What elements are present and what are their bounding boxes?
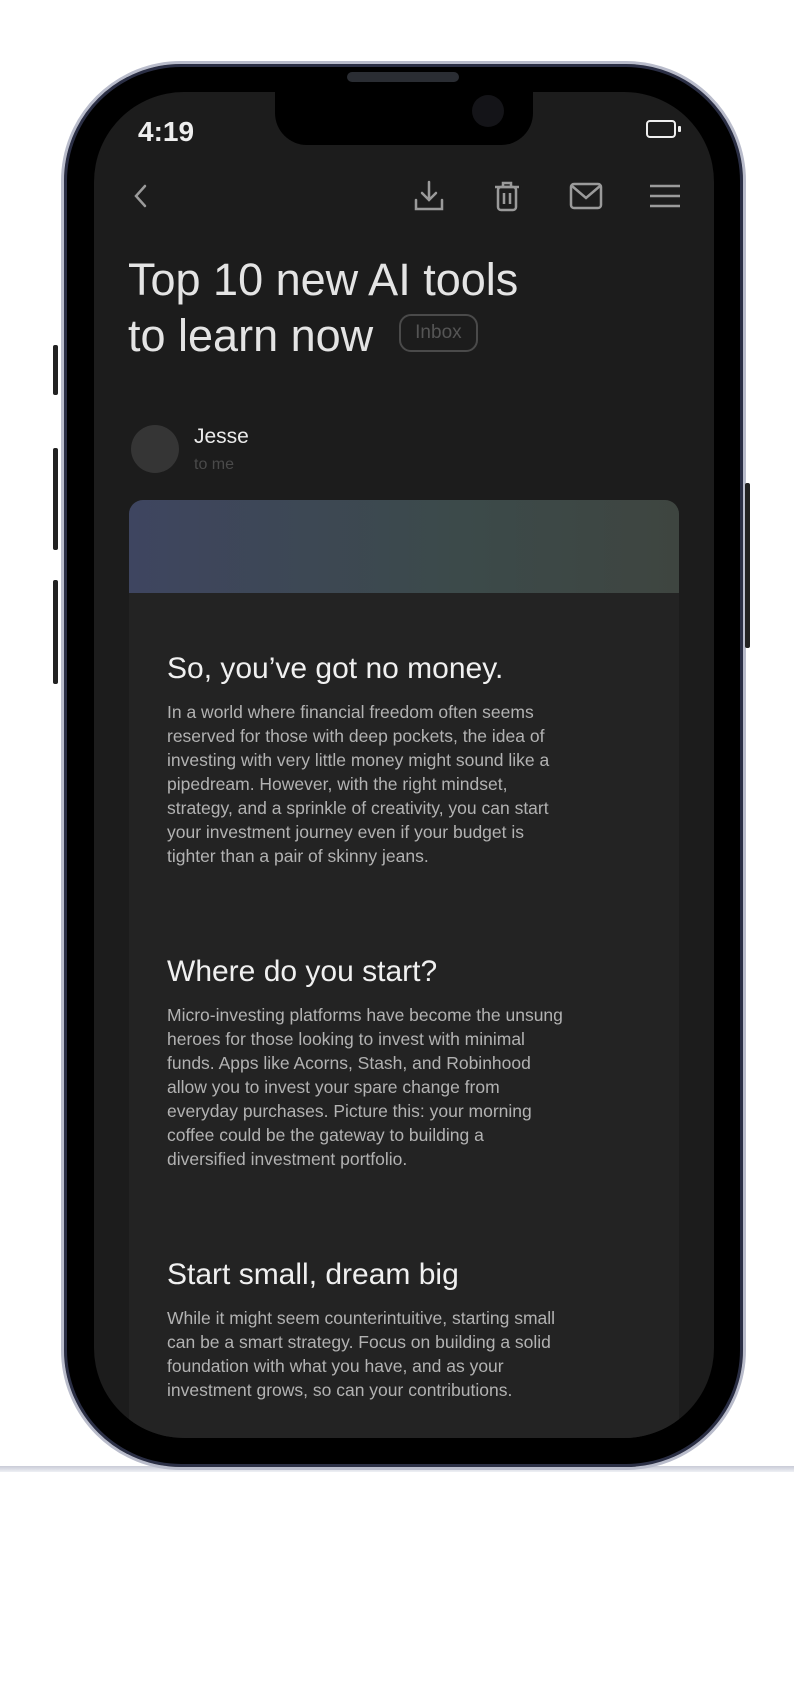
camera xyxy=(472,95,504,127)
download-icon[interactable] xyxy=(411,178,447,214)
speaker-grille xyxy=(347,72,459,82)
power-button xyxy=(745,483,750,648)
screen: 4:19 Top 10 new AI tools to learn now Inb… xyxy=(94,92,714,1438)
hero-banner xyxy=(129,500,679,593)
back-icon[interactable] xyxy=(123,178,159,214)
trash-icon[interactable] xyxy=(489,178,525,214)
mute-switch xyxy=(53,345,58,395)
section-paragraph: Micro-investing platforms have become th… xyxy=(167,1005,563,1169)
email-subject: Top 10 new AI tools to learn now Inbox xyxy=(128,252,518,364)
section-heading: Where do you start? xyxy=(167,955,438,988)
recipient-text[interactable]: to me xyxy=(194,456,234,474)
notch xyxy=(275,92,533,145)
section-heading: So, you’ve got no money. xyxy=(167,652,504,685)
subject-line-1: Top 10 new AI tools xyxy=(128,254,519,305)
inbox-label-badge[interactable]: Inbox xyxy=(399,314,478,353)
mail-icon[interactable] xyxy=(568,178,604,214)
subject-line-2: to learn now xyxy=(128,310,374,361)
status-time: 4:19 xyxy=(138,116,195,147)
sender-name[interactable]: Jesse xyxy=(194,425,249,449)
battery-icon xyxy=(646,120,681,138)
volume-down-button xyxy=(53,580,58,684)
section-heading: Start small, dream big xyxy=(167,1258,459,1291)
sender-avatar[interactable] xyxy=(131,425,179,473)
section-paragraph: While it might seem counterintuitive, st… xyxy=(167,1308,556,1400)
volume-up-button xyxy=(53,448,58,550)
menu-icon[interactable] xyxy=(647,178,683,214)
email-body-card: So, you’ve got no money. In a world wher… xyxy=(129,500,679,1438)
section-paragraph: In a world where financial freedom often… xyxy=(167,702,550,866)
